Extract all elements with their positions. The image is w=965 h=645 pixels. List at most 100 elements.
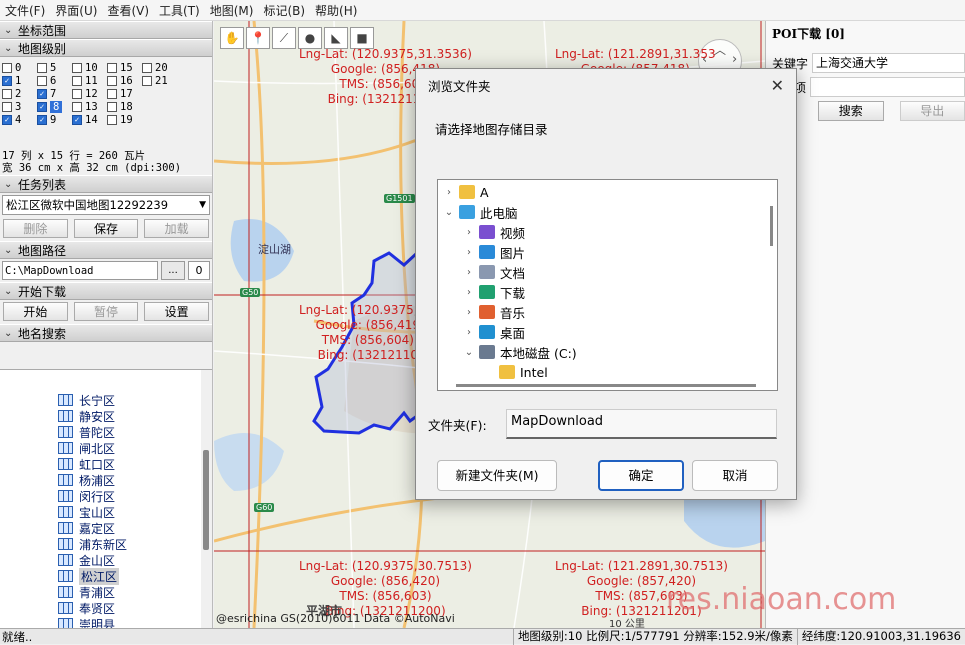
chevron-right-icon[interactable]: ›	[462, 267, 476, 278]
section-start-download[interactable]: ⌄开始下载	[0, 282, 212, 300]
folder-tree-item[interactable]: ›视频	[462, 222, 525, 242]
menu-file[interactable]: 文件(F)	[0, 2, 50, 19]
browse-path-button[interactable]: ...	[161, 261, 185, 280]
level-checkbox-9[interactable]: ✓9	[37, 113, 56, 126]
level-checkbox-3[interactable]: 3	[2, 100, 21, 113]
level-checkbox-21[interactable]: 21	[142, 74, 168, 87]
cancel-button[interactable]: 取消	[692, 460, 778, 491]
level-checkbox-7[interactable]: ✓7	[37, 87, 56, 100]
level-checkbox-6[interactable]: 6	[37, 74, 56, 87]
chevron-right-icon[interactable]: ›	[462, 287, 476, 298]
delete-task-button[interactable]: 删除	[3, 219, 68, 238]
level-checkbox-18[interactable]: 18	[107, 100, 133, 113]
folder-tree-item[interactable]: ›图片	[462, 242, 525, 262]
folder-tree-item[interactable]: ›A	[442, 182, 489, 202]
tree-item[interactable]: 闸北区	[58, 440, 115, 456]
poi-export-button[interactable]: 导出	[900, 101, 965, 121]
level-checkbox-13[interactable]: 13	[72, 100, 98, 113]
hand-icon[interactable]: ✋	[220, 27, 244, 49]
path-number-field[interactable]: 0	[188, 261, 210, 280]
new-folder-button[interactable]: 新建文件夹(M)	[437, 460, 557, 491]
folder-tree-vscroll[interactable]	[766, 180, 778, 391]
close-icon[interactable]: ✕	[771, 76, 784, 95]
folder-tree-item[interactable]: ›文档	[462, 262, 525, 282]
level-checkbox-12[interactable]: 12	[72, 87, 98, 100]
level-checkbox-10[interactable]: 10	[72, 61, 98, 74]
level-checkbox-4[interactable]: ✓4	[2, 113, 21, 126]
pause-download-button[interactable]: 暂停	[74, 302, 139, 321]
poi-search-button[interactable]: 搜索	[818, 101, 884, 121]
folder-tree-item[interactable]: ›下载	[462, 282, 525, 302]
tree-item[interactable]: 闵行区	[58, 488, 115, 504]
keyword-input[interactable]: 上海交通大学	[812, 53, 965, 73]
tree-item[interactable]: 嘉定区	[58, 520, 115, 536]
checkbox-icon: ✓	[37, 102, 47, 112]
tree-item[interactable]: 长宁区	[58, 392, 115, 408]
folder-tree-item[interactable]: ›桌面	[462, 322, 525, 342]
tree-scrollbar[interactable]	[201, 370, 213, 628]
menu-tools[interactable]: 工具(T)	[154, 2, 205, 19]
download-settings-button[interactable]: 设置	[144, 302, 209, 321]
tree-item[interactable]: 静安区	[58, 408, 115, 424]
level-checkbox-19[interactable]: 19	[107, 113, 133, 126]
pin-icon[interactable]: 📍	[246, 27, 270, 49]
tree-item[interactable]: 奉贤区	[58, 600, 115, 616]
map-path-input[interactable]: C:\MapDownload	[2, 261, 158, 280]
menu-marker[interactable]: 标记(B)	[258, 2, 310, 19]
chevron-right-icon[interactable]: ›	[442, 187, 456, 198]
task-select[interactable]: 松江区微软中国地图12292239▼	[2, 195, 210, 215]
chevron-down-icon: ⌄	[4, 43, 18, 54]
section-map-path[interactable]: ⌄地图路径	[0, 241, 212, 259]
folder-input[interactable]: MapDownload	[506, 409, 777, 439]
tree-item[interactable]: 杨浦区	[58, 472, 115, 488]
level-checkbox-0[interactable]: 0	[2, 61, 21, 74]
tree-item[interactable]: 虹口区	[58, 456, 115, 472]
folder-tree-item[interactable]: ⌄此电脑	[442, 202, 518, 222]
tree-item[interactable]: 松江区	[58, 568, 119, 584]
level-checkbox-15[interactable]: 15	[107, 61, 133, 74]
level-checkbox-8[interactable]: ✓8	[37, 100, 62, 113]
chevron-right-icon[interactable]: ›	[462, 227, 476, 238]
chevron-right-icon[interactable]: ›	[462, 307, 476, 318]
level-checkbox-11[interactable]: 11	[72, 74, 98, 87]
section-task-list[interactable]: ⌄任务列表	[0, 175, 212, 193]
tree-item[interactable]: 金山区	[58, 552, 115, 568]
ok-button[interactable]: 确定	[598, 460, 684, 491]
chevron-right-icon[interactable]: ›	[462, 327, 476, 338]
level-checkbox-1[interactable]: ✓1	[2, 74, 21, 87]
tree-item[interactable]: 浦东新区	[58, 536, 127, 552]
section-coord-range[interactable]: ⌄坐标范围	[0, 21, 212, 39]
folder-tree-item[interactable]: Intel	[482, 362, 548, 382]
menu-help[interactable]: 帮助(H)	[310, 2, 362, 19]
section-place-search[interactable]: ⌄地名搜索	[0, 324, 212, 342]
section-map-level[interactable]: ⌄地图级别	[0, 39, 212, 57]
save-task-button[interactable]: 保存	[74, 219, 139, 238]
checkbox-icon: ✓	[37, 89, 47, 99]
level-checkbox-5[interactable]: 5	[37, 61, 56, 74]
rectangle-icon[interactable]: ■	[350, 27, 374, 49]
circle-icon[interactable]: ●	[298, 27, 322, 49]
level-checkbox-14[interactable]: ✓14	[72, 113, 98, 126]
polygon-icon[interactable]: ◣	[324, 27, 348, 49]
level-checkbox-2[interactable]: 2	[2, 87, 21, 100]
chevron-right-icon[interactable]: ›	[462, 247, 476, 258]
folder-tree-item[interactable]: ›音乐	[462, 302, 525, 322]
polyline-icon[interactable]: ⟋	[272, 27, 296, 49]
menu-view-layout[interactable]: 界面(U)	[50, 2, 102, 19]
option-select[interactable]	[810, 77, 965, 97]
level-checkbox-20[interactable]: 20	[142, 61, 168, 74]
level-checkbox-17[interactable]: 17	[107, 87, 133, 100]
tree-item[interactable]: 崇明县	[58, 616, 115, 628]
load-task-button[interactable]: 加载	[144, 219, 209, 238]
tree-item[interactable]: 宝山区	[58, 504, 115, 520]
checkbox-icon	[2, 63, 12, 73]
menu-view[interactable]: 查看(V)	[102, 2, 154, 19]
tree-item[interactable]: 青浦区	[58, 584, 115, 600]
tree-item[interactable]: 普陀区	[58, 424, 115, 440]
start-download-button[interactable]: 开始	[3, 302, 68, 321]
folder-tree-item[interactable]: ⌄本地磁盘 (C:)	[462, 342, 577, 362]
chevron-down-icon[interactable]: ⌄	[442, 207, 456, 218]
menu-map[interactable]: 地图(M)	[205, 2, 259, 19]
level-checkbox-16[interactable]: 16	[107, 74, 133, 87]
chevron-down-icon[interactable]: ⌄	[462, 347, 476, 358]
